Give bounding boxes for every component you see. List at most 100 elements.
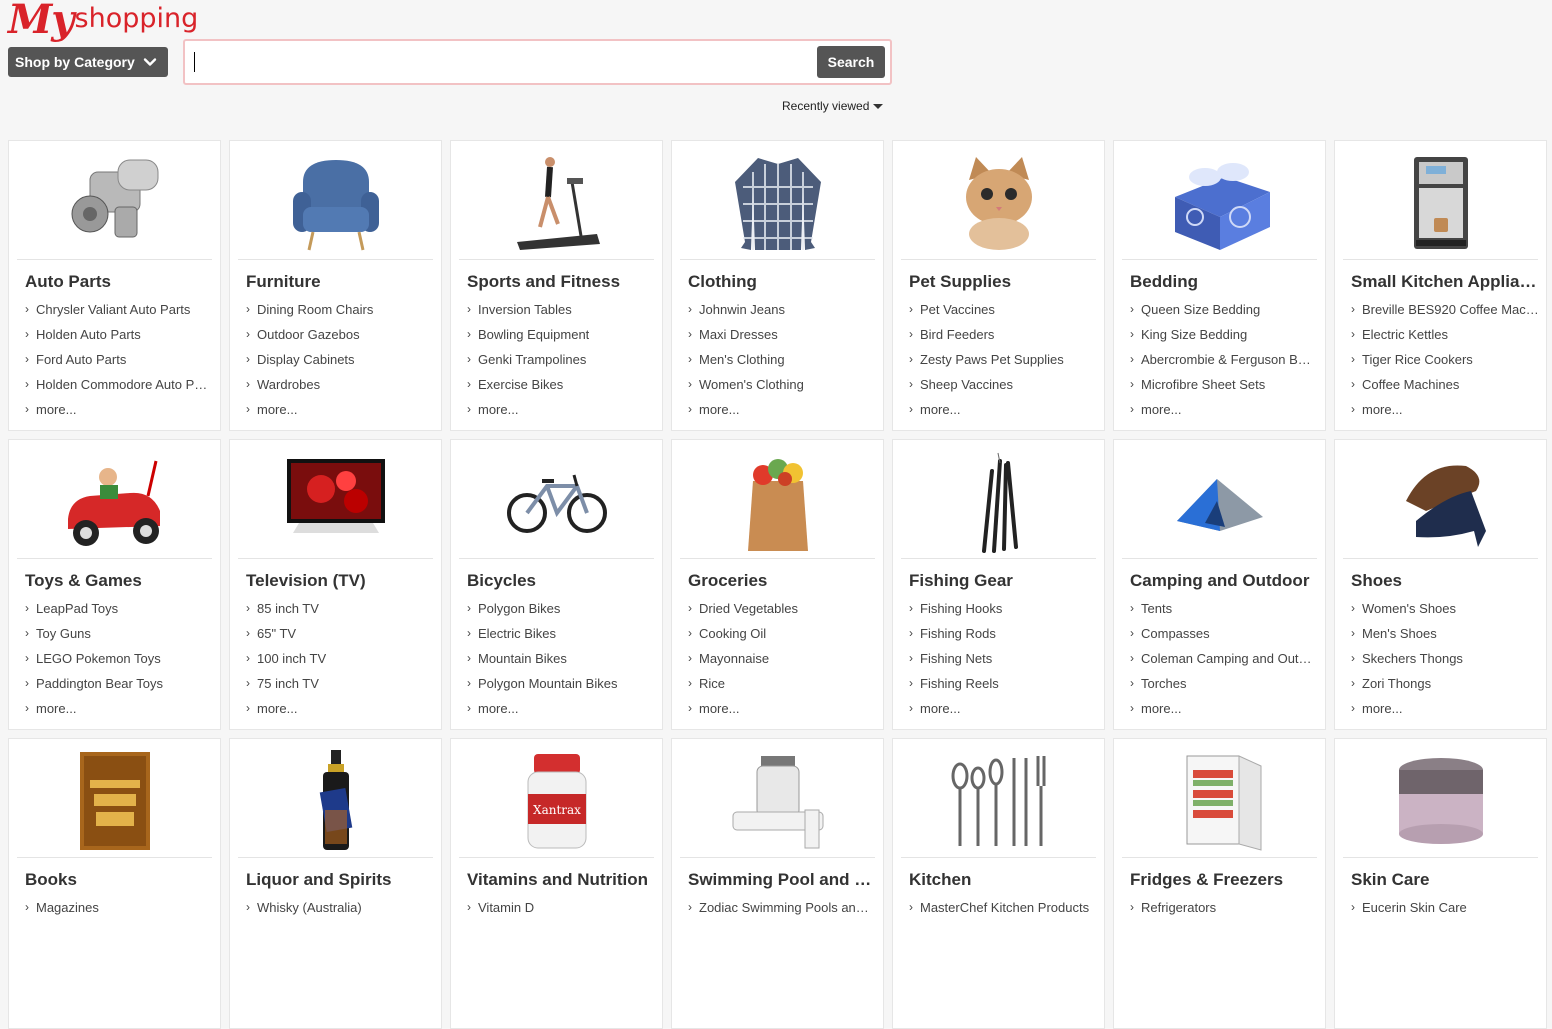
subcategory-link[interactable]: › Genki Trampolines xyxy=(467,351,655,376)
subcategory-link[interactable]: › more... xyxy=(246,401,434,426)
subcategory-link[interactable]: › Holden Auto Parts xyxy=(25,326,213,351)
subcategory-link[interactable]: › more... xyxy=(25,700,213,725)
category-title[interactable]: Pet Supplies xyxy=(909,272,1097,292)
subcategory-link[interactable]: › more... xyxy=(1130,401,1318,426)
subcategory-link[interactable]: › Zesty Paws Pet Supplies xyxy=(909,351,1097,376)
category-image[interactable] xyxy=(1343,446,1538,559)
subcategory-link[interactable]: › more... xyxy=(1351,700,1539,725)
subcategory-link[interactable]: › Zodiac Swimming Pools and Spas xyxy=(688,899,876,924)
subcategory-link[interactable]: › more... xyxy=(246,700,434,725)
subcategory-link[interactable]: › Paddington Bear Toys xyxy=(25,675,213,700)
site-logo[interactable]: My shopping xyxy=(8,0,198,40)
subcategory-link[interactable]: › more... xyxy=(688,700,876,725)
subcategory-link[interactable]: › Bird Feeders xyxy=(909,326,1097,351)
subcategory-link[interactable]: › Dried Vegetables xyxy=(688,600,876,625)
category-title[interactable]: Bicycles xyxy=(467,571,655,591)
subcategory-link[interactable]: › Johnwin Jeans xyxy=(688,301,876,326)
subcategory-link[interactable]: › Exercise Bikes xyxy=(467,376,655,401)
subcategory-link[interactable]: › Coffee Machines xyxy=(1351,376,1539,401)
category-title[interactable]: Vitamins and Nutrition xyxy=(467,870,655,890)
subcategory-link[interactable]: › Pet Vaccines xyxy=(909,301,1097,326)
subcategory-link[interactable]: › Mountain Bikes xyxy=(467,650,655,675)
subcategory-link[interactable]: › Torches xyxy=(1130,675,1318,700)
subcategory-link[interactable]: › Cooking Oil xyxy=(688,625,876,650)
subcategory-link[interactable]: › Eucerin Skin Care xyxy=(1351,899,1539,924)
subcategory-link[interactable]: › Tiger Rice Cookers xyxy=(1351,351,1539,376)
category-image[interactable] xyxy=(459,446,654,559)
subcategory-link[interactable]: › Polygon Mountain Bikes xyxy=(467,675,655,700)
subcategory-link[interactable]: › Queen Size Bedding xyxy=(1130,301,1318,326)
category-title[interactable]: Small Kitchen Appliances xyxy=(1351,272,1539,292)
category-image[interactable] xyxy=(17,446,212,559)
category-title[interactable]: Books xyxy=(25,870,213,890)
category-title[interactable]: Auto Parts xyxy=(25,272,213,292)
subcategory-link[interactable]: › 85 inch TV xyxy=(246,600,434,625)
subcategory-link[interactable]: › Fishing Hooks xyxy=(909,600,1097,625)
category-title[interactable]: Camping and Outdoor xyxy=(1130,571,1318,591)
subcategory-link[interactable]: › Men's Clothing xyxy=(688,351,876,376)
category-image[interactable] xyxy=(17,745,212,858)
category-title[interactable]: Skin Care xyxy=(1351,870,1539,890)
subcategory-link[interactable]: › more... xyxy=(909,700,1097,725)
category-title[interactable]: Swimming Pool and Spa xyxy=(688,870,876,890)
subcategory-link[interactable]: › LeapPad Toys xyxy=(25,600,213,625)
subcategory-link[interactable]: › Bowling Equipment xyxy=(467,326,655,351)
subcategory-link[interactable]: › 100 inch TV xyxy=(246,650,434,675)
subcategory-link[interactable]: › Microfibre Sheet Sets xyxy=(1130,376,1318,401)
subcategory-link[interactable]: › Chrysler Valiant Auto Parts xyxy=(25,301,213,326)
recently-viewed-dropdown[interactable]: Recently viewed xyxy=(782,98,884,114)
category-image[interactable] xyxy=(238,745,433,858)
subcategory-link[interactable]: › more... xyxy=(1130,700,1318,725)
category-image[interactable] xyxy=(901,147,1096,260)
subcategory-link[interactable]: › Mayonnaise xyxy=(688,650,876,675)
category-title[interactable]: Sports and Fitness xyxy=(467,272,655,292)
subcategory-link[interactable]: › Rice xyxy=(688,675,876,700)
subcategory-link[interactable]: › Polygon Bikes xyxy=(467,600,655,625)
subcategory-link[interactable]: › Electric Bikes xyxy=(467,625,655,650)
category-image[interactable] xyxy=(680,745,875,858)
subcategory-link[interactable]: › Magazines xyxy=(25,899,213,924)
subcategory-link[interactable]: › Dining Room Chairs xyxy=(246,301,434,326)
subcategory-link[interactable]: › more... xyxy=(688,401,876,426)
subcategory-link[interactable]: › Compasses xyxy=(1130,625,1318,650)
category-title[interactable]: Fishing Gear xyxy=(909,571,1097,591)
category-image[interactable] xyxy=(1343,745,1538,858)
subcategory-link[interactable]: › Men's Shoes xyxy=(1351,625,1539,650)
category-image[interactable] xyxy=(901,745,1096,858)
category-image[interactable] xyxy=(1122,446,1317,559)
category-title[interactable]: Clothing xyxy=(688,272,876,292)
category-image[interactable] xyxy=(459,147,654,260)
category-image[interactable] xyxy=(1122,745,1317,858)
category-title[interactable]: Shoes xyxy=(1351,571,1539,591)
subcategory-link[interactable]: › more... xyxy=(1351,401,1539,426)
subcategory-link[interactable]: › Coleman Camping and Outdoor xyxy=(1130,650,1318,675)
category-title[interactable]: Toys & Games xyxy=(25,571,213,591)
category-title[interactable]: Liquor and Spirits xyxy=(246,870,434,890)
subcategory-link[interactable]: › Wardrobes xyxy=(246,376,434,401)
category-image[interactable] xyxy=(1343,147,1538,260)
subcategory-link[interactable]: › Women's Shoes xyxy=(1351,600,1539,625)
subcategory-link[interactable]: › LEGO Pokemon Toys xyxy=(25,650,213,675)
subcategory-link[interactable]: › Fishing Rods xyxy=(909,625,1097,650)
subcategory-link[interactable]: › Ford Auto Parts xyxy=(25,351,213,376)
category-image[interactable] xyxy=(901,446,1096,559)
category-image[interactable] xyxy=(1122,147,1317,260)
subcategory-link[interactable]: › Women's Clothing xyxy=(688,376,876,401)
category-title[interactable]: Kitchen xyxy=(909,870,1097,890)
subcategory-link[interactable]: › Inversion Tables xyxy=(467,301,655,326)
subcategory-link[interactable]: › more... xyxy=(467,700,655,725)
category-title[interactable]: Furniture xyxy=(246,272,434,292)
subcategory-link[interactable]: › Electric Kettles xyxy=(1351,326,1539,351)
subcategory-link[interactable]: › more... xyxy=(25,401,213,426)
subcategory-link[interactable]: › more... xyxy=(909,401,1097,426)
category-image[interactable] xyxy=(459,745,654,858)
subcategory-link[interactable]: › King Size Bedding xyxy=(1130,326,1318,351)
subcategory-link[interactable]: › Abercrombie & Ferguson Bedding xyxy=(1130,351,1318,376)
subcategory-link[interactable]: › Refrigerators xyxy=(1130,899,1318,924)
shop-by-category-button[interactable]: Shop by Category xyxy=(8,47,168,77)
category-title[interactable]: Television (TV) xyxy=(246,571,434,591)
category-title[interactable]: Groceries xyxy=(688,571,876,591)
category-image[interactable] xyxy=(680,147,875,260)
subcategory-link[interactable]: › Zori Thongs xyxy=(1351,675,1539,700)
search-input[interactable] xyxy=(191,45,815,81)
